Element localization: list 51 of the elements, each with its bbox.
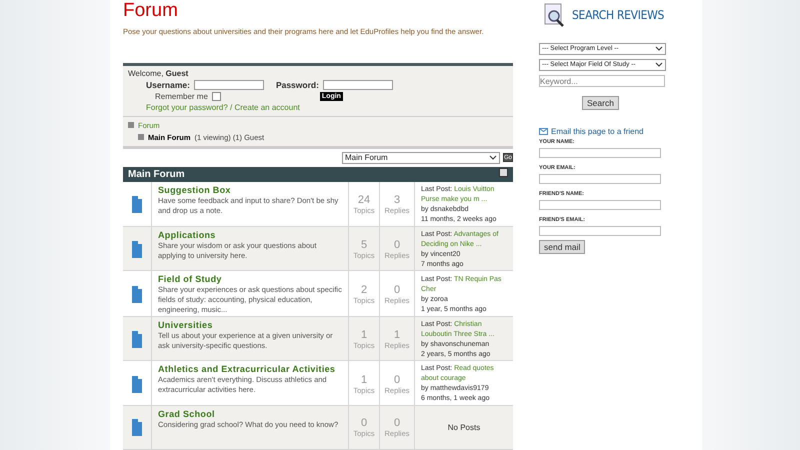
text-field[interactable]: [539, 226, 661, 236]
page-title: Forum: [123, 0, 179, 23]
no-posts-text: No Posts: [448, 422, 480, 433]
remember-checkbox[interactable]: [212, 92, 221, 101]
replies-count: 0: [394, 417, 400, 430]
document-icon: [132, 241, 142, 258]
password-field[interactable]: [322, 80, 393, 90]
document-icon: [132, 419, 142, 436]
password-label: Password:: [276, 80, 319, 90]
search-button[interactable]: Search: [582, 96, 619, 110]
topics-count: 0: [360, 417, 368, 430]
forum-title-link[interactable]: Applications: [158, 230, 342, 240]
welcome-text: Welcome, Guest: [128, 68, 188, 78]
text-field[interactable]: [539, 174, 661, 184]
text-field[interactable]: [539, 200, 661, 210]
forgot-password-link[interactable]: Forgot your password? / Create an account: [146, 102, 300, 112]
username-label: Username:: [146, 80, 190, 90]
replies-count: 0: [394, 239, 400, 252]
replies-count: 0: [394, 374, 400, 386]
forum-title-link[interactable]: Suggestion Box: [158, 184, 342, 195]
replies-count: 0: [394, 284, 400, 296]
forum-title-link[interactable]: Athletics and Extracurricular Activities: [158, 364, 342, 374]
remember-label: Remember me: [155, 92, 208, 101]
search-document-icon: [544, 3, 566, 27]
text-field[interactable]: [539, 148, 661, 158]
square-icon: [128, 122, 134, 128]
topics-count: 2: [360, 284, 368, 296]
topics-count: 24: [358, 194, 370, 206]
envelope-icon: [539, 128, 548, 135]
topics-count: 1: [360, 374, 368, 386]
document-icon: [132, 376, 142, 393]
email-friend-link[interactable]: Email this page to a friend: [539, 127, 644, 136]
section-title: Main Forum: [128, 168, 185, 180]
forum-title-link[interactable]: Universities: [158, 320, 342, 330]
forum-title-link[interactable]: Grad School: [158, 409, 342, 420]
square-icon: [138, 134, 144, 140]
search-reviews-heading: SEARCH REVIEWS: [572, 8, 664, 22]
topics-count: 5: [360, 239, 368, 252]
keyword-field[interactable]: Keyword...: [539, 75, 665, 87]
send-mail-button[interactable]: send mail: [539, 240, 586, 254]
replies-count: 1: [394, 329, 400, 342]
collapse-icon[interactable]: [499, 168, 508, 177]
document-icon: [132, 331, 142, 348]
caret-icon: [489, 152, 497, 161]
document-icon: [132, 286, 142, 304]
forum-title-link[interactable]: Field of Study: [158, 274, 342, 284]
username-field[interactable]: [194, 80, 264, 90]
topics-count: 1: [360, 329, 368, 342]
document-icon: [132, 196, 142, 214]
replies-count: 3: [394, 194, 400, 206]
forum-select[interactable]: Main Forum: [342, 152, 500, 164]
